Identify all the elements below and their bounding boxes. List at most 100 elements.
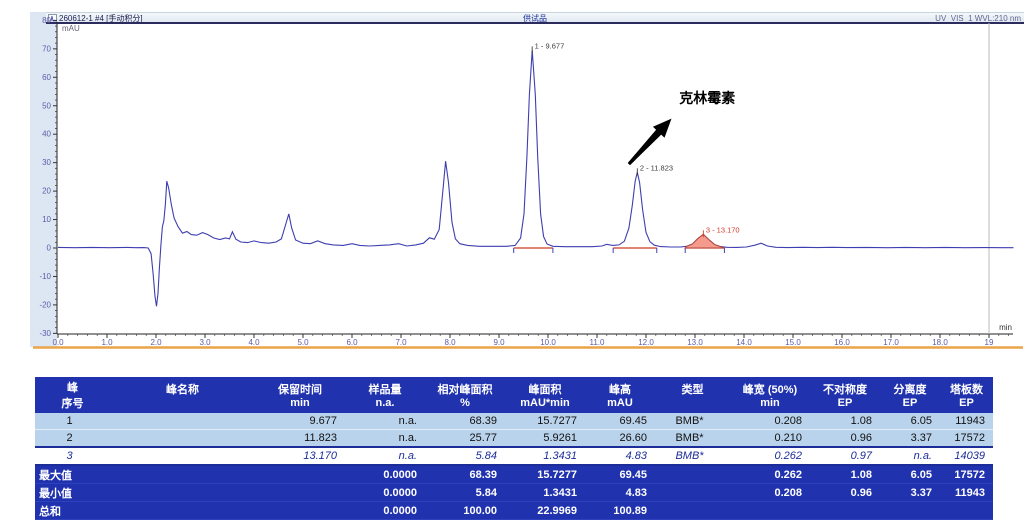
x-tick-label: 18.0	[932, 338, 948, 347]
table-cell: 0.97	[810, 447, 880, 465]
table-cell: 11943	[940, 413, 993, 430]
table-cell: 69.45	[585, 465, 655, 484]
table-cell: 11943	[940, 484, 993, 502]
table-cell: 13.170	[255, 447, 345, 465]
x-tick-label: 10.0	[540, 338, 556, 347]
table-cell: 14039	[940, 447, 993, 465]
x-tick-label: 7.0	[395, 338, 407, 347]
column-header: 分离度EP	[880, 377, 940, 413]
y-axis-unit: mAU	[62, 24, 80, 33]
x-tick-label: 5.0	[297, 338, 309, 347]
x-tick-label: 0.0	[52, 338, 64, 347]
table-cell: n.a.	[345, 447, 425, 465]
table-cell	[880, 502, 940, 520]
table-cell: 1	[35, 413, 110, 430]
table-cell: BMB*	[655, 430, 730, 448]
table-cell	[655, 465, 730, 484]
x-tick-label: 13.0	[687, 338, 703, 347]
column-header: 峰面积mAU*min	[505, 377, 585, 413]
table-cell: 5.9261	[505, 430, 585, 448]
annotation-text: 克林霉素	[679, 90, 735, 106]
table-cell: 1.3431	[505, 484, 585, 502]
chromatography-app-window: 260612-1 #4 [手动积分] 供试品 UV_VIS_1 WVL:210 …	[0, 0, 1026, 529]
table-cell: 最大值	[35, 465, 110, 484]
table-cell	[255, 484, 345, 502]
peak-row[interactable]: 2 11.823n.a.25.775.926126.60BMB*0.2100.96…	[35, 430, 993, 448]
x-tick-label: 2.0	[150, 338, 162, 347]
table-cell: n.a.	[345, 430, 425, 448]
table-cell: 0.262	[730, 465, 810, 484]
table-cell: 17572	[940, 465, 993, 484]
summary-row[interactable]: 最大值0.000068.3915.727769.450.2621.086.051…	[35, 465, 993, 484]
table-cell	[810, 502, 880, 520]
x-tick-label: 6.0	[346, 338, 358, 347]
summary-row[interactable]: 最小值0.00005.841.34314.830.2080.963.371194…	[35, 484, 993, 502]
y-tick-label: 40	[42, 130, 51, 139]
table-cell: 0.0000	[345, 484, 425, 502]
x-tick-label: 19	[985, 338, 994, 347]
x-tick-label: 3.0	[199, 338, 211, 347]
y-tick-label: 10	[42, 215, 51, 224]
x-tick-label: 4.0	[248, 338, 260, 347]
y-tick-label: 70	[42, 44, 51, 53]
table-cell: 0.208	[730, 484, 810, 502]
peak-row[interactable]: 313.170n.a.5.841.34314.83BMB*0.2620.97n.…	[35, 447, 993, 465]
table-cell: 5.84	[425, 447, 505, 465]
table-cell: BMB*	[655, 447, 730, 465]
table-cell	[255, 502, 345, 520]
table-cell	[940, 502, 993, 520]
peak-label: 1 - 9.677	[535, 41, 565, 50]
table-cell: 最小值	[35, 484, 110, 502]
table-cell: 9.677	[255, 413, 345, 430]
x-tick-label: 16.0	[834, 338, 850, 347]
plot-frame	[46, 23, 1024, 334]
table-cell	[110, 502, 255, 520]
table-cell	[110, 430, 255, 448]
table-cell: 11.823	[255, 430, 345, 448]
chromatogram-plot[interactable]: -30-20-1001020304050607080mAU0.01.02.03.…	[0, 0, 1026, 360]
column-header: 峰序号	[35, 377, 110, 413]
table-cell: 4.83	[585, 447, 655, 465]
table-cell: 0.0000	[345, 502, 425, 520]
column-header: 不对称度EP	[810, 377, 880, 413]
clindamycin-annotation: 克林霉素	[628, 90, 736, 165]
table-cell: 0.262	[730, 447, 810, 465]
table-cell	[255, 465, 345, 484]
summary-row[interactable]: 总和0.0000100.0022.9969100.89	[35, 502, 993, 520]
column-header: 相对峰面积%	[425, 377, 505, 413]
x-tick-label: 15.0	[785, 338, 801, 347]
table-cell: n.a.	[880, 447, 940, 465]
table-cell: 100.00	[425, 502, 505, 520]
table-cell	[655, 484, 730, 502]
table-cell: 4.83	[585, 484, 655, 502]
x-tick-label: 12.0	[638, 338, 654, 347]
table-cell: 68.39	[425, 465, 505, 484]
y-axis: -30-20-1001020304050607080mAU	[39, 16, 80, 338]
table-cell: 2	[35, 430, 110, 448]
table-cell: 26.60	[585, 430, 655, 448]
table-cell: 0.96	[810, 430, 880, 448]
table-cell: 1.3431	[505, 447, 585, 465]
table-cell: 25.77	[425, 430, 505, 448]
table-cell: 17572	[940, 430, 993, 448]
table-cell: 3.37	[880, 484, 940, 502]
trace-path	[58, 50, 1014, 306]
x-tick-label: 14.0	[736, 338, 752, 347]
table-cell	[110, 465, 255, 484]
y-tick-label: -20	[39, 300, 51, 309]
table-cell: 15.7277	[505, 465, 585, 484]
table-cell: 总和	[35, 502, 110, 520]
x-tick-label: 8.0	[444, 338, 456, 347]
table-cell: 1.08	[810, 413, 880, 430]
table-cell: 0.208	[730, 413, 810, 430]
peak-labels: 1 - 9.677 2 - 11.823 3 - 13.170	[532, 41, 739, 237]
x-axis-unit: min	[999, 323, 1012, 332]
table-cell: 0.210	[730, 430, 810, 448]
column-header: 峰宽 (50%)min	[730, 377, 810, 413]
table-cell: 68.39	[425, 413, 505, 430]
y-tick-label: 50	[42, 101, 51, 110]
peak-label: 3 - 13.170	[706, 225, 740, 234]
peak-label: 2 - 11.823	[640, 163, 673, 172]
peak-row[interactable]: 19.677n.a.68.3915.727769.45BMB*0.2081.08…	[35, 413, 993, 430]
table-cell: n.a.	[345, 413, 425, 430]
